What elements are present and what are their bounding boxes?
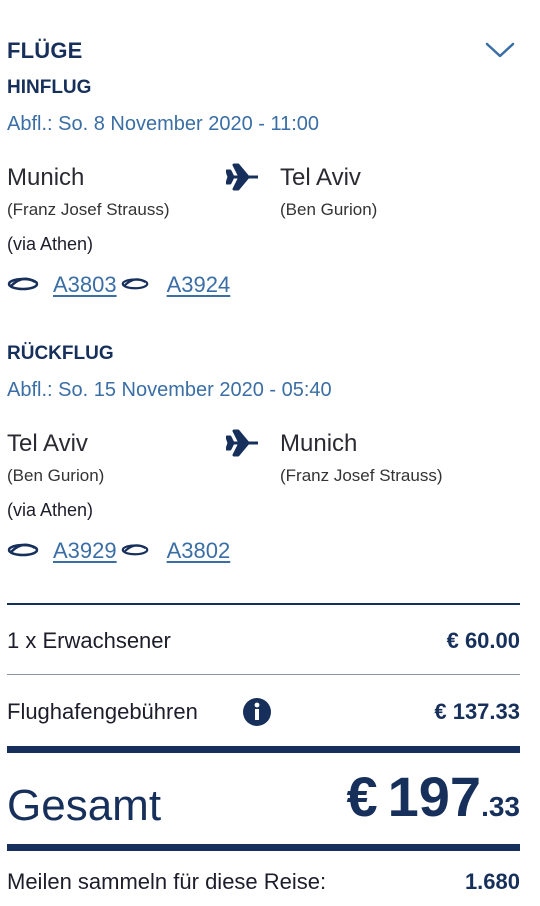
outbound-from-city: Munich [7, 164, 85, 191]
divider [7, 603, 520, 605]
inbound-from-city: Tel Aviv [7, 430, 88, 457]
inbound-flights: A3929 A3802 [7, 537, 230, 565]
divider [7, 674, 520, 675]
airport-fees-price: € 137.33 [434, 699, 520, 724]
airplane-icon [225, 162, 260, 192]
flight-number-link[interactable]: A3929 [53, 538, 117, 564]
divider [7, 746, 520, 753]
outbound-via: (via Athen) [7, 234, 94, 254]
airline-logo-icon [121, 274, 149, 297]
outbound-to-airport: (Ben Gurion) [280, 200, 378, 219]
divider [7, 844, 520, 851]
inbound-heading: RÜCKFLUG [7, 343, 114, 364]
flight-number-link[interactable]: A3802 [167, 538, 231, 564]
total-main: 197 [387, 765, 482, 828]
total-price: € 197 .33 [346, 764, 520, 829]
flight-number-link[interactable]: A3803 [53, 272, 117, 298]
info-icon[interactable] [242, 697, 272, 727]
outbound-heading: HINFLUG [7, 77, 92, 98]
airline-logo-icon [121, 540, 149, 563]
airplane-icon [225, 428, 260, 458]
airline-logo-icon [7, 274, 39, 297]
miles-label: Meilen sammeln für diese Reise: [7, 869, 327, 894]
outbound-from-airport: (Franz Josef Strauss) [7, 200, 170, 219]
total-currency: € [346, 765, 378, 828]
adult-fare-label: 1 x Erwachsener [7, 628, 171, 653]
total-cents: .33 [481, 791, 520, 822]
outbound-departure: Abfl.: So. 8 November 2020 - 11:00 [7, 113, 320, 135]
inbound-via: (via Athen) [7, 500, 94, 520]
miles-value: 1.680 [464, 869, 520, 894]
total-label: Gesamt [7, 781, 162, 830]
inbound-to-airport: (Franz Josef Strauss) [280, 466, 443, 485]
airline-logo-icon [7, 540, 39, 563]
outbound-to-city: Tel Aviv [280, 164, 361, 191]
inbound-to-city: Munich [280, 430, 358, 457]
adult-fare-price: € 60.00 [446, 628, 520, 653]
section-title: FLÜGE [7, 38, 83, 63]
inbound-from-airport: (Ben Gurion) [7, 466, 105, 485]
flight-number-link[interactable]: A3924 [167, 272, 231, 298]
chevron-down-icon[interactable] [484, 38, 516, 62]
outbound-flights: A3803 A3924 [7, 271, 230, 299]
inbound-departure: Abfl.: So. 15 November 2020 - 05:40 [7, 379, 332, 401]
airport-fees-label: Flughafengebühren [7, 699, 198, 724]
